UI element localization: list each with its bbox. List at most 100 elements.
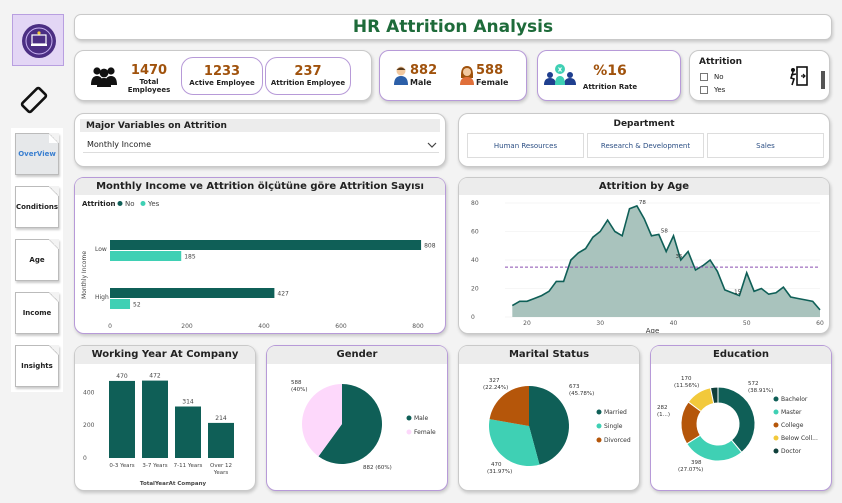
education-chart: 572(38.91%) 398(27.07%) 282(1...) 170(11.56… [657,376,818,473]
legend-marker-no [117,201,123,206]
education-legend-label: Master [781,409,802,416]
marital-slice-label-divorced-pct: (22.24%) [483,385,508,391]
education-legend-marker [773,448,779,454]
education-legend-marker [773,435,779,441]
marital-legend-marker [596,437,602,443]
x-tick-label: 50 [743,320,751,327]
marital-title: Marital Status [459,346,639,364]
education-legend-marker [773,409,779,415]
bar-no-high [110,288,275,298]
male-label: Male [410,78,432,87]
eraser-icon[interactable] [17,83,51,117]
working-year-chart: 0 200 400 470 0-3 Years 472 3-7 Years 314 7-11 Y… [83,373,234,487]
x-tick-label: 600 [335,323,347,330]
education-legend-marker [773,422,779,428]
department-title: Department [613,119,675,129]
education-slice-label-below: 170 [681,376,692,382]
department-card: Department Human Resources Research & De… [458,113,830,167]
major-variables-selected: Monthly Income [87,140,152,149]
education-legend-marker [773,396,779,402]
svg-text:x: x [558,66,563,74]
female-value: 588 [476,63,504,78]
total-employees-value: 1470 [130,63,168,78]
data-label-yes-high: 52 [133,302,141,309]
income-attrition-chart: Attrition No Yes Low 808 185 High 427 52 0 200 400 6… [81,200,436,330]
legend-label-no: No [125,200,135,208]
attrition-option-yes[interactable]: Yes [700,86,725,94]
gender-slice-label-female: 588 [291,380,302,386]
category-label: 7-11 Years [174,463,203,469]
marital-legend-marker [596,409,602,415]
gender-legend-marker [406,415,412,421]
department-btn-rd-label: Research & Development [600,141,691,150]
marital-slice-label-married: 673 [569,384,580,390]
education-title: Education [651,346,831,364]
tab-age[interactable]: Age [15,239,59,281]
y-axis-label: Monthly Income [81,251,88,299]
attrition-option-no-label: No [714,73,724,81]
exit-door-icon [789,66,808,86]
category-label: Over 12 [210,463,232,469]
department-btn-sales[interactable]: Sales [707,133,824,158]
x-tick-label: 200 [181,323,193,330]
education-legend-label: Doctor [781,448,802,455]
slicer-scrollbar[interactable] [821,71,825,89]
checkbox-yes[interactable] [700,86,708,94]
logo-icon [22,24,56,58]
education-slice-label-bachelor: 572 [748,381,759,387]
checkbox-no[interactable] [700,73,708,81]
x-tick-label: 30 [596,320,604,327]
category-label-high: High [95,294,109,301]
legend-marker-yes [140,201,146,206]
female-kpi: 588 Female [476,63,508,87]
gender-legend-label: Female [414,429,436,436]
attrition-employee-kpi: 237 Attrition Employee [265,57,351,95]
y-tick-label: 0 [83,455,87,462]
income-attrition-card: Monthly Income ve Attrition ölçütüne gör… [74,177,446,334]
attrition-option-no[interactable]: No [700,73,724,81]
y-tick-label: 0 [471,314,475,321]
active-employee-label: Active Employee [189,79,255,87]
major-variables-dropdown[interactable]: Monthly Income [83,137,439,153]
category-label-low: Low [95,246,107,253]
age-attrition-chart: 0 20 40 60 80 78 58 35 15 20 30 40 50 60 Age [471,200,824,333]
age-attrition-title: Attrition by Age [459,178,829,195]
x-tick-label: 20 [523,320,531,327]
marital-legend-label: Divorced [604,437,631,444]
y-tick-label: 200 [83,422,95,429]
active-employee-value: 1233 [203,64,241,79]
bar-no-low [110,240,422,250]
bar-working-year [109,380,135,458]
data-label-no-low: 808 [424,243,436,250]
marital-slice-2 [489,386,529,426]
major-variables-card: Major Variables on Attrition Monthly Inc… [74,113,446,167]
working-year-card: Working Year At Company 0 200 400 470 0-3 Ye… [74,345,256,491]
category-label: 0-3 Years [109,463,134,469]
education-card: Education 572 (38.91%) 398 (27.07%) 282 (1...… [650,345,832,491]
age-attrition-card: Attrition by Age 0 20 40 60 80 78 58 35 15 20 30 40… [458,177,830,334]
tab-income[interactable]: Income [15,292,59,334]
chevron-down-icon[interactable] [427,141,437,149]
people-group-icon [91,67,117,87]
tab-insights[interactable]: Insights [15,345,59,387]
department-btn-hr[interactable]: Human Resources [467,133,584,158]
gender-title: Gender [267,346,447,364]
gender-chart: 882 (60%) 588(40%) Male Female [291,380,436,471]
tab-insights-label: Insights [21,362,53,370]
age-data-label: 15 [734,290,741,296]
y-tick-label: 400 [83,389,95,396]
department-btn-sales-label: Sales [756,141,775,150]
tab-overview[interactable]: OverView [15,133,59,175]
education-slice-label-bachelor-pct: (38.91%) [748,388,773,394]
female-avatar-icon [460,66,474,85]
marital-slice-label-single-pct: (31.97%) [487,469,512,475]
data-label-yes-low: 185 [184,254,196,261]
gender-slice-label-male: 882 (60%) [363,465,392,471]
education-legend-label: College [781,422,804,429]
tab-conditions[interactable]: Conditions [15,186,59,228]
active-employee-kpi: 1233 Active Employee [181,57,263,95]
data-label-working-year: 314 [182,399,194,406]
data-label-working-year: 214 [215,415,227,422]
logo-tile [12,14,64,66]
department-btn-rd[interactable]: Research & Development [587,133,704,158]
